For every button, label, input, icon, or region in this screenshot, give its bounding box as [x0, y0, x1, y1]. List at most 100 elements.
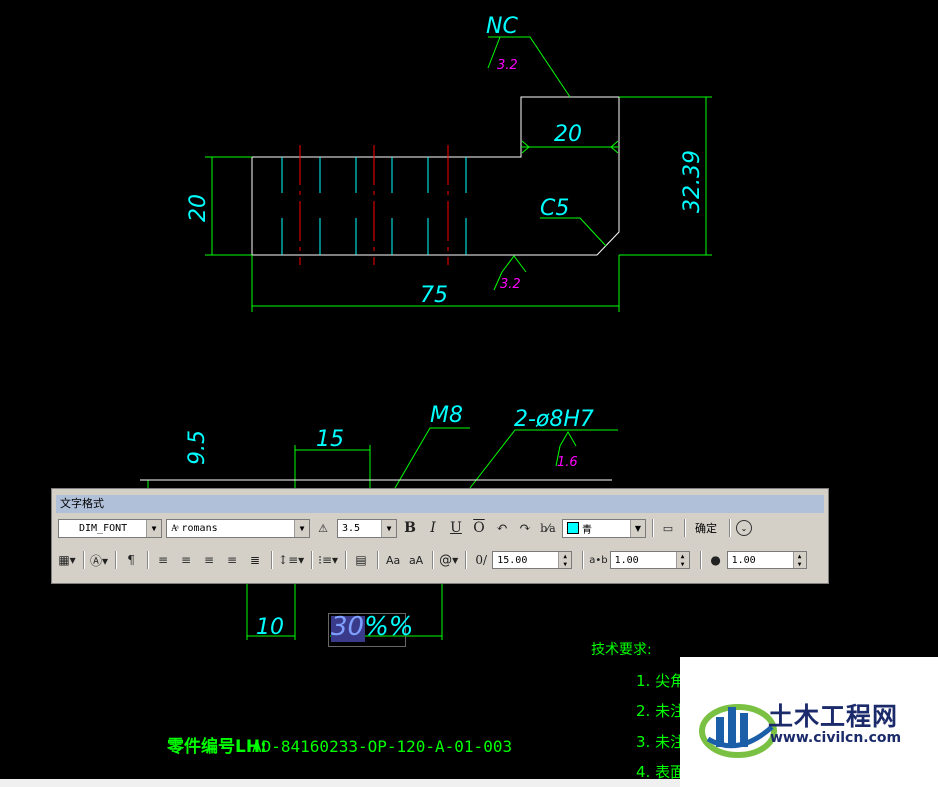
justify-icon[interactable]: ≡ — [223, 550, 241, 570]
roughness-hole: 1.6 — [557, 455, 578, 470]
note-item: 3. 未注 — [636, 733, 685, 751]
surface-symbol-nc: NC — [486, 14, 518, 39]
roughness-top: 3.2 — [497, 58, 518, 73]
color-select[interactable]: 青 ▼ — [562, 518, 646, 538]
roughness-bottom: 3.2 — [500, 277, 521, 292]
italic-button[interactable]: I — [424, 518, 442, 538]
separator — [465, 551, 468, 569]
separator — [652, 519, 654, 537]
spinner-arrows-icon[interactable]: ▲ ▼ — [558, 552, 572, 568]
chamfer-label: C5 — [540, 196, 569, 221]
separator — [377, 551, 380, 569]
text-height-value: 3.5 — [342, 522, 361, 534]
undo-icon[interactable]: ↶ — [493, 518, 511, 538]
ruler-icon[interactable]: ▭ — [659, 518, 677, 538]
separator — [115, 551, 118, 569]
chevron-down-icon[interactable]: ▼ — [146, 519, 161, 537]
tracking-value: 1.00 — [614, 554, 639, 566]
options-expand-icon[interactable]: ⌄ — [736, 520, 752, 536]
separator — [582, 551, 585, 569]
text-format-toolbar[interactable]: 文字格式 DIM_FONT ▼ Aͣ romans ▼ ⚠ 3.5 ▼ B I U O … — [51, 488, 829, 584]
separator — [345, 551, 348, 569]
toolbar-row-2: ▦▾ Ⓐ▾ ¶ ≡ ≡ ≡ ≡ ≣ ↕≡▾ ⁝≡▾ ▤ Aa aA @ ▼ 0/ … — [58, 547, 807, 573]
insert-field-icon[interactable]: ▤ — [352, 550, 370, 570]
dim-top-width: 20 — [554, 122, 582, 147]
underline-button[interactable]: U — [447, 518, 465, 538]
dim-length: 75 — [420, 283, 448, 308]
dim-vertical: 9.5 — [185, 430, 210, 465]
note-item: 2. 未注 — [636, 702, 685, 720]
width-factor-field[interactable]: 1.00 ▲ ▼ — [726, 551, 807, 569]
font-icon: Aͣ — [171, 523, 178, 534]
part-outline — [251, 96, 620, 256]
ok-button[interactable]: 确定 — [691, 520, 721, 536]
separator — [147, 551, 150, 569]
note-item: 1. 尖角 — [636, 672, 685, 690]
font-select[interactable]: Aͣ romans ▼ — [166, 518, 310, 538]
toolbar-row-1: DIM_FONT ▼ Aͣ romans ▼ ⚠ 3.5 ▼ B I U O ↶ ↷ b… — [58, 515, 752, 541]
symbol-label: @ — [439, 552, 453, 568]
separator — [311, 551, 314, 569]
justification-icon[interactable]: Ⓐ▾ — [90, 550, 108, 570]
dim-10: 10 — [256, 615, 284, 640]
spinner-arrows-icon[interactable]: ▲ ▼ — [675, 552, 689, 568]
mtext-content[interactable]: 30%% — [331, 612, 414, 642]
hole-label: 2-ø8H7 — [514, 407, 594, 432]
oblique-angle-icon: 0/ — [475, 553, 488, 567]
centerlines — [299, 145, 449, 265]
style-value: DIM_FONT — [79, 522, 128, 534]
symbol-button[interactable]: @ ▼ — [439, 550, 458, 570]
uppercase-button[interactable]: Aa — [384, 550, 402, 570]
separator — [684, 519, 686, 537]
separator — [729, 519, 731, 537]
align-center-icon[interactable]: ≡ — [177, 550, 195, 570]
paragraph-icon[interactable]: ¶ — [122, 550, 140, 570]
logo-emblem-icon — [699, 704, 777, 758]
overline-button[interactable]: O — [470, 518, 488, 538]
line-spacing-icon[interactable]: ↕≡▾ — [278, 550, 304, 570]
lowercase-button[interactable]: aA — [407, 550, 425, 570]
notes-heading: 技术要求: — [591, 642, 652, 658]
font-value: romans — [181, 522, 218, 534]
part-number-value: AD-84160233-OP-120-A-01-003 — [252, 737, 512, 756]
width-factor-value: 1.00 — [731, 554, 756, 566]
numbering-icon[interactable]: ⁝≡▾ — [318, 550, 338, 570]
align-left-icon[interactable]: ≡ — [154, 550, 172, 570]
oblique-angle-value: 15.00 — [497, 554, 528, 566]
logo-name: 土木工程网 — [768, 702, 899, 731]
oblique-angle-field[interactable]: 15.00 ▲ ▼ — [492, 551, 573, 569]
toolbar-title[interactable]: 文字格式 — [56, 495, 824, 513]
columns-icon[interactable]: ▦▾ — [58, 550, 76, 570]
color-value: 青 — [582, 524, 592, 536]
dimensions — [205, 36, 712, 312]
spinner-arrows-icon[interactable]: ▲ ▼ — [792, 552, 806, 568]
chevron-down-icon[interactable]: ▼ — [630, 519, 645, 537]
bottom-strip — [0, 779, 680, 787]
align-right-icon[interactable]: ≡ — [200, 550, 218, 570]
dim-15: 15 — [316, 427, 344, 452]
annotative-icon[interactable]: ⚠ — [314, 518, 332, 538]
top-view — [251, 96, 620, 256]
separator — [83, 551, 85, 569]
redo-icon[interactable]: ↷ — [516, 518, 534, 538]
tracking-field[interactable]: 1.00 ▲ ▼ — [609, 551, 690, 569]
color-swatch — [567, 522, 579, 534]
selected-text: 30 — [331, 612, 365, 642]
bold-button[interactable]: B — [401, 518, 419, 538]
tracking-icon: a•b — [589, 554, 608, 566]
distribute-icon[interactable]: ≣ — [246, 550, 264, 570]
thread-label: M8 — [430, 403, 463, 428]
stack-icon[interactable]: b⁄a — [539, 518, 557, 538]
unselected-text: %% — [364, 612, 414, 642]
dim-left-height: 20 — [186, 194, 211, 222]
chevron-down-icon[interactable]: ▼ — [381, 519, 396, 537]
mtext-edit-box[interactable]: 30%% — [328, 612, 414, 647]
logo-url: www.civilcn.com — [770, 730, 902, 746]
width-factor-icon: ● — [710, 553, 721, 567]
separator — [271, 551, 274, 569]
style-select[interactable]: DIM_FONT ▼ — [58, 518, 162, 538]
separator — [699, 551, 702, 569]
text-height-select[interactable]: 3.5 ▼ — [337, 518, 397, 538]
chevron-down-icon: ▼ — [452, 555, 459, 565]
chevron-down-icon[interactable]: ▼ — [294, 519, 309, 537]
